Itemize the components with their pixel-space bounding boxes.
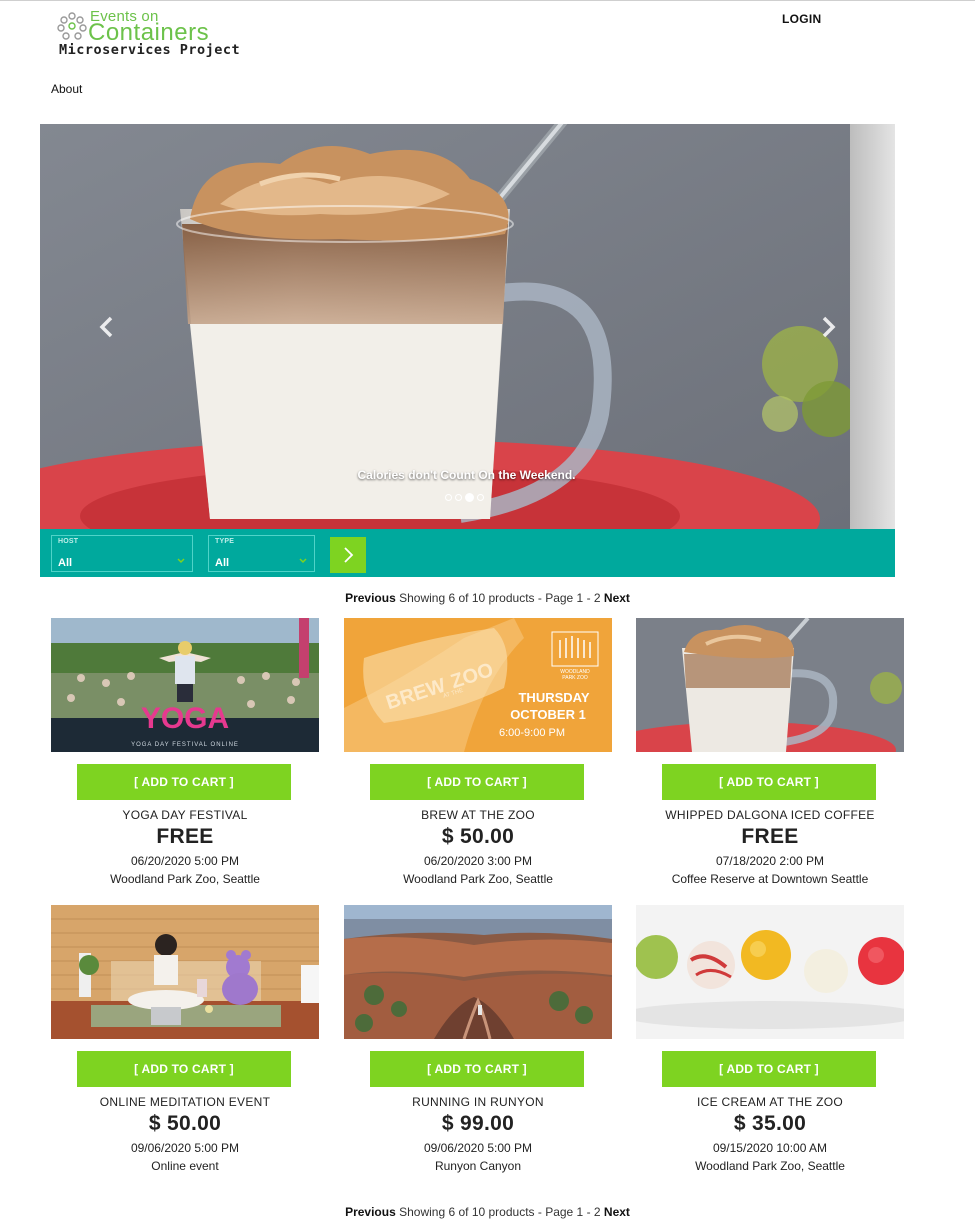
product-card: WOODLAND PARK ZOO BREW AT THE ZOO THURSD… [344, 618, 612, 898]
site-logo[interactable]: Events on Containers Microservices Proje… [56, 8, 276, 62]
product-price: $ 35.00 [733, 1112, 807, 1135]
product-card: [ ADD TO CART ] ICE CREAM AT THE ZOO $ 3… [636, 905, 904, 1185]
product-venue: Coffee Reserve at Downtown Seattle [671, 872, 869, 886]
add-to-cart-button[interactable]: [ ADD TO CART ] [370, 1051, 584, 1087]
type-select[interactable]: TYPE All [208, 535, 315, 572]
carousel-indicator-1[interactable] [445, 493, 452, 501]
logo-dots-icon [57, 12, 87, 40]
product-image[interactable]: WOODLAND PARK ZOO BREW AT THE ZOO THURSD… [344, 618, 612, 752]
product-price: $ 50.00 [148, 1112, 222, 1135]
product-date: 06/20/2020 3:00 PM [423, 854, 533, 868]
pagination-next-link[interactable]: Next [604, 591, 630, 605]
chevron-right-icon [344, 547, 354, 563]
pagination-previous-link[interactable]: Previous [345, 1205, 396, 1219]
product-image[interactable]: YOGA YOGA DAY FESTIVAL ONLINE [51, 618, 319, 752]
carousel-next-icon[interactable] [813, 312, 843, 342]
product-card: [ ADD TO CART ] WHIPPED DALGONA ICED COF… [636, 618, 904, 898]
add-to-cart-button[interactable]: [ ADD TO CART ] [77, 764, 291, 800]
carousel-caption: Calories don't Count On the Weekend. [357, 468, 576, 482]
pagination-status: Showing 6 of 10 products - Page 1 - 2 [399, 1205, 601, 1219]
product-venue: Woodland Park Zoo, Seattle [695, 1159, 845, 1173]
product-name: ONLINE MEDITATION EVENT [99, 1095, 271, 1109]
product-price: $ 99.00 [441, 1112, 515, 1135]
add-to-cart-button[interactable]: [ ADD TO CART ] [662, 1051, 876, 1087]
carousel-prev-icon[interactable] [92, 312, 122, 342]
carousel-indicator-3[interactable] [465, 492, 474, 502]
yoga-logo-text: YOGA [141, 702, 229, 735]
chevron-down-icon [299, 558, 307, 564]
top-border [0, 0, 975, 1]
product-image[interactable] [51, 905, 319, 1039]
product-image[interactable] [636, 905, 904, 1039]
logo-line-3: Microservices Project [59, 42, 241, 58]
carousel-next-slide-peek [850, 124, 895, 529]
product-card: [ ADD TO CART ] RUNNING IN RUNYON $ 99.0… [344, 905, 612, 1185]
product-date: 09/06/2020 5:00 PM [130, 1141, 240, 1155]
brew-time-text: 6:00-9:00 PM [499, 727, 565, 739]
product-price: FREE [156, 825, 214, 848]
pagination-top: Previous Showing 6 of 10 products - Page… [0, 591, 975, 605]
pagination-previous-link[interactable]: Previous [345, 591, 396, 605]
product-venue: Online event [151, 1159, 219, 1173]
pagination-bottom: Previous Showing 6 of 10 products - Page… [0, 1205, 975, 1219]
product-date: 06/20/2020 5:00 PM [130, 854, 240, 868]
product-name: BREW AT THE ZOO [421, 808, 535, 822]
pagination-status: Showing 6 of 10 products - Page 1 - 2 [399, 591, 601, 605]
product-name: RUNNING IN RUNYON [412, 1095, 544, 1109]
product-name: ICE CREAM AT THE ZOO [696, 1095, 844, 1109]
host-select[interactable]: HOST All [51, 535, 193, 572]
add-to-cart-button[interactable]: [ ADD TO CART ] [77, 1051, 291, 1087]
zoo-brand-text-bottom: PARK ZOO [562, 675, 588, 681]
type-select-label: TYPE [215, 538, 235, 545]
type-select-value: All [215, 557, 230, 569]
add-to-cart-button[interactable]: [ ADD TO CART ] [662, 764, 876, 800]
pagination-next-link[interactable]: Next [604, 1205, 630, 1219]
product-image[interactable] [636, 618, 904, 752]
brew-day-text: THURSDAY [518, 690, 589, 705]
product-price: $ 50.00 [441, 825, 515, 848]
carousel-indicator-4[interactable] [477, 493, 484, 501]
product-date: 09/06/2020 5:00 PM [423, 1141, 533, 1155]
host-select-label: HOST [58, 538, 79, 545]
product-card: YOGA YOGA DAY FESTIVAL ONLINE [ ADD TO C… [51, 618, 319, 898]
brew-date-text: OCTOBER 1 [510, 707, 586, 722]
product-price: FREE [741, 825, 799, 848]
hero-carousel: Calories don't Count On the Weekend. [40, 124, 895, 529]
add-to-cart-button[interactable]: [ ADD TO CART ] [370, 764, 584, 800]
product-name: WHIPPED DALGONA ICED COFFEE [665, 808, 875, 822]
product-date: 09/15/2020 10:00 AM [712, 1141, 828, 1155]
product-venue: Runyon Canyon [434, 1159, 522, 1173]
product-venue: Woodland Park Zoo, Seattle [110, 872, 260, 886]
chevron-down-icon [177, 558, 185, 564]
yoga-subtitle-text: YOGA DAY FESTIVAL ONLINE [131, 742, 239, 748]
carousel-indicators [445, 492, 484, 502]
filter-bar: HOST All TYPE All [40, 529, 895, 577]
login-link[interactable]: LOGIN [782, 12, 822, 26]
filter-submit-button[interactable] [330, 537, 366, 573]
product-venue: Woodland Park Zoo, Seattle [403, 872, 553, 886]
carousel-indicator-2[interactable] [455, 493, 462, 501]
product-card: [ ADD TO CART ] ONLINE MEDITATION EVENT … [51, 905, 319, 1185]
product-name: YOGA DAY FESTIVAL [122, 808, 248, 822]
product-date: 07/18/2020 2:00 PM [715, 854, 825, 868]
host-select-value: All [58, 557, 73, 569]
product-image[interactable] [344, 905, 612, 1039]
nav-about-link[interactable]: About [51, 82, 82, 96]
